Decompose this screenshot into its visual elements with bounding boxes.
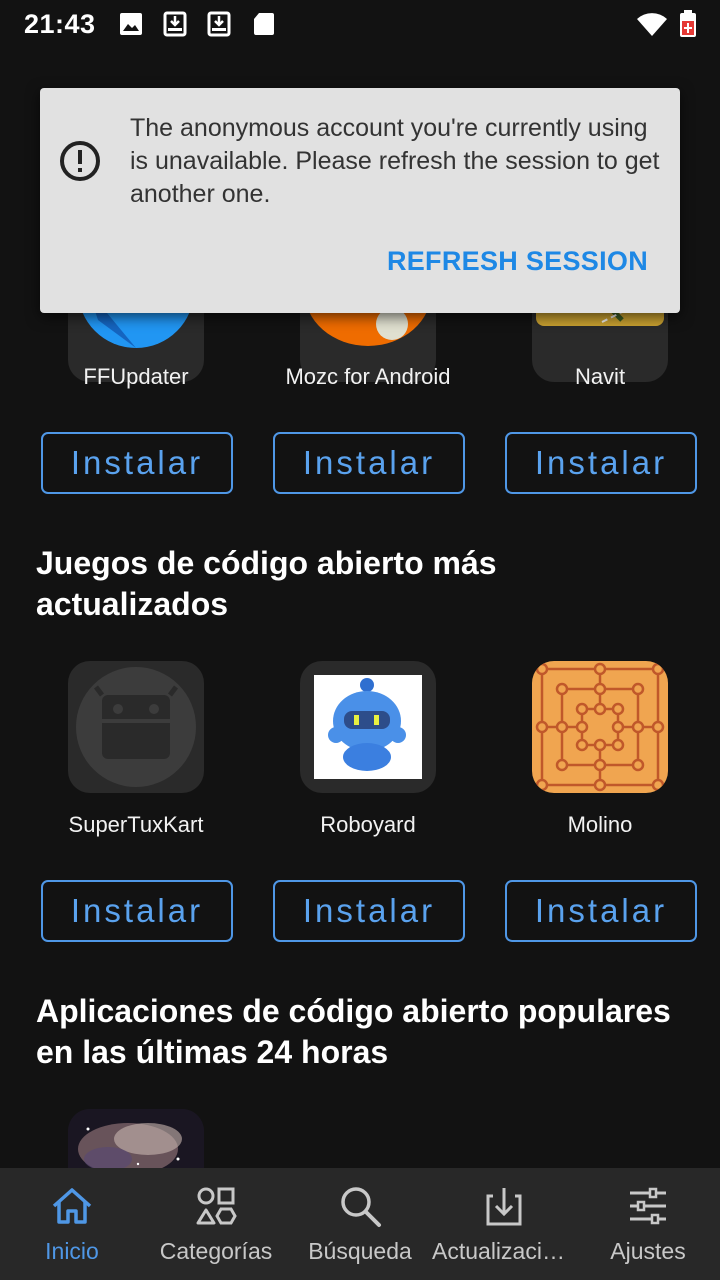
dialog-message: The anonymous account you're currently u…	[130, 114, 660, 208]
home-icon	[52, 1188, 92, 1224]
app-name-navit: Navit	[574, 364, 626, 389]
app-name-mozc: Mozc for Android	[285, 364, 451, 389]
install-button-roboyard[interactable]: Instalar	[273, 880, 465, 942]
install-button-mozc[interactable]: Instalar	[273, 432, 465, 494]
robot-icon	[314, 675, 422, 779]
nav-label-categorias: Categorías	[159, 1238, 273, 1264]
app-name-supertuxkart: SuperTuxKart	[68, 812, 204, 837]
download-notification-icon	[163, 11, 187, 37]
search-icon	[341, 1187, 381, 1227]
categories-icon	[196, 1187, 237, 1225]
app-name-roboyard: Roboyard	[320, 812, 416, 837]
download-notification-icon-2	[207, 11, 231, 37]
nav-label-actualizaciones: Actualizaciones	[432, 1238, 576, 1264]
app-name-molino: Molino	[567, 812, 633, 837]
app-name-ffupdater: FFUpdater	[83, 364, 189, 389]
nav-item-inicio[interactable]: Inicio	[0, 1168, 144, 1280]
bottom-navigation: Inicio Categorías Búsqueda Actualizacion…	[0, 1168, 720, 1280]
nav-item-ajustes[interactable]: Ajustes	[576, 1168, 720, 1280]
install-button-molino[interactable]: Instalar	[505, 880, 697, 942]
status-bar: 21:43	[0, 0, 720, 50]
image-notification-icon	[120, 13, 142, 35]
nav-label-inicio: Inicio	[45, 1238, 99, 1264]
install-button-supertuxkart[interactable]: Instalar	[41, 880, 233, 942]
app-icon-supertuxkart[interactable]	[68, 661, 204, 793]
nav-label-busqueda: Búsqueda	[308, 1238, 412, 1264]
install-button-navit[interactable]: Instalar	[505, 432, 697, 494]
section-title-games: Juegos de código abierto más actualizado…	[36, 545, 497, 622]
settings-sliders-icon	[630, 1187, 666, 1225]
nav-item-actualizaciones[interactable]: Actualizaciones	[432, 1168, 576, 1280]
android-placeholder-icon	[76, 667, 196, 787]
session-error-dialog: The anonymous account you're currently u…	[40, 88, 680, 313]
mill-board-icon	[535, 662, 665, 792]
app-icon-roboyard[interactable]	[300, 661, 436, 793]
install-button-ffupdater[interactable]: Instalar	[41, 432, 233, 494]
nav-item-categorias[interactable]: Categorías	[144, 1168, 288, 1280]
wifi-icon	[637, 13, 667, 36]
refresh-session-button[interactable]: REFRESH SESSION	[387, 246, 648, 277]
status-time: 21:43	[24, 9, 96, 39]
section-title-popular: Aplicaciones de código abierto populares…	[36, 993, 671, 1070]
alert-icon	[60, 141, 100, 181]
nav-item-busqueda[interactable]: Búsqueda	[288, 1168, 432, 1280]
nav-label-ajustes: Ajustes	[610, 1238, 686, 1264]
app-icon-molino[interactable]	[532, 661, 668, 793]
sd-card-icon	[254, 13, 274, 35]
battery-icon	[680, 10, 696, 37]
download-icon	[486, 1188, 522, 1226]
